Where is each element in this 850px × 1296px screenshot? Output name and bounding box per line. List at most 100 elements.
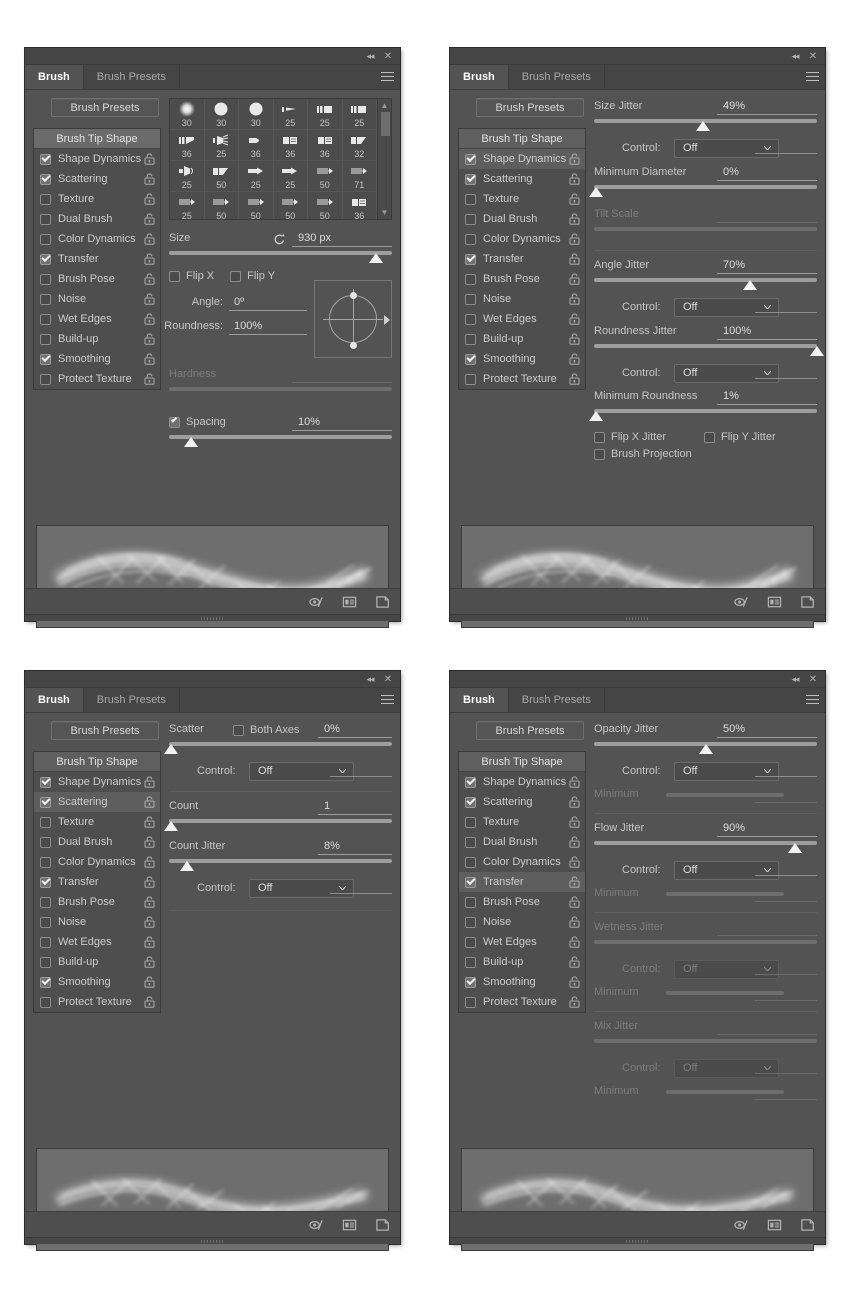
spacing-checkbox[interactable]	[169, 415, 180, 428]
option-transfer-checkbox[interactable]	[40, 876, 51, 888]
lock-icon[interactable]	[144, 153, 155, 165]
option-protect-texture-checkbox[interactable]	[465, 373, 476, 385]
lock-icon[interactable]	[569, 816, 580, 828]
lock-icon[interactable]	[144, 173, 155, 185]
roundness-jitter-slider[interactable]	[594, 343, 824, 357]
option-scattering[interactable]: Scattering	[34, 169, 160, 189]
option-brush-pose-checkbox[interactable]	[40, 273, 51, 285]
size-slider[interactable]	[169, 250, 392, 264]
option-noise-checkbox[interactable]	[465, 293, 476, 305]
option-shape-dynamics[interactable]: Shape Dynamics	[459, 772, 585, 792]
collapse-icon[interactable]: ◂◂	[787, 671, 803, 688]
option-brush-pose-checkbox[interactable]	[465, 896, 476, 908]
option-noise[interactable]: Noise	[459, 289, 585, 309]
lock-icon[interactable]	[569, 796, 580, 808]
brush-presets-button[interactable]: Brush Presets	[476, 721, 584, 740]
lock-icon[interactable]	[144, 976, 155, 988]
option-build-up-checkbox[interactable]	[465, 956, 476, 968]
option-texture-checkbox[interactable]	[40, 816, 51, 828]
close-icon[interactable]: ✕	[380, 48, 396, 65]
option-transfer-checkbox[interactable]	[465, 876, 476, 888]
lock-icon[interactable]	[144, 273, 155, 285]
option-protect-texture[interactable]: Protect Texture	[459, 992, 585, 1012]
delete-brush-icon[interactable]	[375, 595, 390, 609]
lock-icon[interactable]	[569, 876, 580, 888]
option-brush-pose[interactable]: Brush Pose	[459, 892, 585, 912]
option-build-up[interactable]: Build-up	[459, 952, 585, 972]
brush-tip-cell[interactable]: 50	[205, 192, 239, 219]
brush-tip-cell[interactable]: 36	[273, 130, 308, 161]
option-scattering[interactable]: Scattering	[34, 792, 160, 812]
size-jitter-knob[interactable]	[696, 121, 711, 131]
option-protect-texture[interactable]: Protect Texture	[459, 369, 585, 389]
delete-brush-icon[interactable]	[375, 1218, 390, 1232]
flip-x-checkbox[interactable]	[169, 270, 180, 282]
lock-icon[interactable]	[144, 776, 155, 788]
option-texture-checkbox[interactable]	[465, 816, 476, 828]
panel-menu-icon[interactable]	[806, 72, 819, 82]
size-slider-knob[interactable]	[369, 253, 384, 263]
option-protect-texture-checkbox[interactable]	[40, 996, 51, 1008]
lock-icon[interactable]	[144, 896, 155, 908]
roundness-value[interactable]: 100%	[229, 320, 307, 335]
count-jitter-value[interactable]: 8%	[318, 840, 392, 855]
lock-icon[interactable]	[569, 836, 580, 848]
lock-icon[interactable]	[569, 856, 580, 868]
angle-jitter-knob[interactable]	[743, 280, 758, 290]
dial-handle-bottom[interactable]	[350, 342, 357, 349]
option-color-dynamics[interactable]: Color Dynamics	[459, 229, 585, 249]
brush-tip-cell[interactable]: 36	[170, 130, 205, 161]
panel-resize-grip[interactable]	[25, 1237, 400, 1244]
opacity-jitter-value[interactable]: 50%	[717, 723, 817, 738]
option-smoothing[interactable]: Smoothing	[34, 972, 160, 992]
brush-tip-cell[interactable]: 32	[342, 130, 377, 161]
lock-icon[interactable]	[144, 233, 155, 245]
size-jitter-slider[interactable]	[594, 118, 817, 132]
flow-jitter-knob[interactable]	[787, 843, 802, 853]
lock-icon[interactable]	[569, 373, 580, 385]
create-new-brush-icon[interactable]	[342, 1218, 357, 1232]
lock-icon[interactable]	[144, 333, 155, 345]
brush-tip-cell[interactable]: 50	[204, 161, 239, 192]
option-protect-texture-checkbox[interactable]	[465, 996, 476, 1008]
option-shape-dynamics-checkbox[interactable]	[40, 776, 51, 788]
brush-presets-button[interactable]: Brush Presets	[476, 98, 584, 117]
dial-handle-top[interactable]	[350, 292, 357, 299]
option-build-up-checkbox[interactable]	[40, 956, 51, 968]
collapse-icon[interactable]: ◂◂	[787, 48, 803, 65]
size-value[interactable]: 930 px	[292, 232, 392, 247]
option-color-dynamics-checkbox[interactable]	[40, 856, 51, 868]
option-wet-edges[interactable]: Wet Edges	[34, 309, 160, 329]
delete-brush-icon[interactable]	[800, 595, 815, 609]
brush-tip-cell[interactable]: 30	[170, 99, 205, 130]
spacing-value[interactable]: 10%	[292, 416, 392, 431]
lock-icon[interactable]	[144, 936, 155, 948]
option-color-dynamics[interactable]: Color Dynamics	[34, 852, 160, 872]
option-scattering-checkbox[interactable]	[465, 173, 476, 185]
tab-brush-presets[interactable]: Brush Presets	[509, 65, 605, 89]
lock-icon[interactable]	[569, 333, 580, 345]
option-texture-checkbox[interactable]	[465, 193, 476, 205]
option-dual-brush[interactable]: Dual Brush	[34, 209, 160, 229]
lock-icon[interactable]	[569, 293, 580, 305]
option-build-up[interactable]: Build-up	[459, 329, 585, 349]
brush-tip-cell[interactable]: 25	[239, 161, 274, 192]
brush-tip-cell[interactable]: 25	[273, 161, 308, 192]
option-smoothing[interactable]: Smoothing	[34, 349, 160, 369]
collapse-icon[interactable]: ◂◂	[362, 671, 378, 688]
opacity-jitter-knob[interactable]	[698, 744, 713, 754]
brush-tip-cell[interactable]: 25	[308, 99, 343, 130]
option-texture[interactable]: Texture	[459, 812, 585, 832]
brush-presets-button[interactable]: Brush Presets	[51, 98, 159, 117]
option-dual-brush-checkbox[interactable]	[40, 213, 51, 225]
brush-tip-cell[interactable]: 25	[273, 99, 308, 130]
option-dual-brush-checkbox[interactable]	[40, 836, 51, 848]
close-icon[interactable]: ✕	[380, 671, 396, 688]
option-noise[interactable]: Noise	[34, 289, 160, 309]
scatter-slider[interactable]	[164, 741, 392, 755]
dial-angle-pointer[interactable]	[384, 315, 390, 325]
brush-tip-cell[interactable]: 50	[308, 192, 343, 219]
brush-tip-cell[interactable]: 30	[204, 99, 239, 130]
option-protect-texture[interactable]: Protect Texture	[34, 992, 160, 1012]
option-noise[interactable]: Noise	[34, 912, 160, 932]
